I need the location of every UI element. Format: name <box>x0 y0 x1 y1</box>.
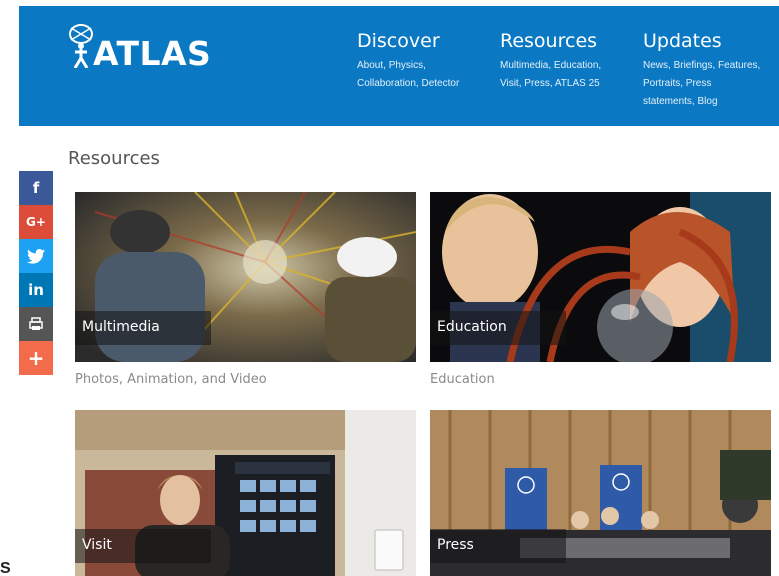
tile-multimedia[interactable]: Multimedia <box>75 192 416 362</box>
nav-link-physics[interactable]: Physics, <box>389 60 426 71</box>
tile-label-multimedia: Multimedia <box>75 311 211 345</box>
atlas-logo[interactable]: ATLAS <box>67 22 211 73</box>
linkedin-icon[interactable]: in <box>19 273 53 307</box>
nav-link-briefings[interactable]: Briefings, <box>674 60 716 71</box>
nav-link-education[interactable]: Education, <box>554 60 601 71</box>
nav-link-visit[interactable]: Visit, <box>500 78 522 89</box>
tile-press[interactable]: Press <box>430 410 771 576</box>
caption-education[interactable]: Education <box>430 372 495 387</box>
nav-link-multimedia[interactable]: Multimedia, <box>500 60 551 71</box>
print-icon[interactable] <box>19 307 53 341</box>
twitter-icon[interactable] <box>19 239 53 273</box>
nav-link-press-statements-1[interactable]: Press <box>686 78 712 89</box>
social-share-bar: f G+ in + <box>19 171 53 375</box>
nav-link-press-statements-2[interactable]: statements, <box>643 96 695 107</box>
nav-resources: Resources Multimedia, Education, Visit, … <box>500 30 625 93</box>
nav-link-blog[interactable]: Blog <box>697 96 717 107</box>
nav-title-discover[interactable]: Discover <box>357 30 482 52</box>
nav-link-news[interactable]: News, <box>643 60 671 71</box>
nav-title-resources[interactable]: Resources <box>500 30 625 52</box>
nav-updates: Updates News, Briefings, Features, Portr… <box>643 30 773 111</box>
facebook-icon[interactable]: f <box>19 171 53 205</box>
more-icon[interactable]: + <box>19 341 53 375</box>
nav-link-atlas-25[interactable]: ATLAS 25 <box>555 78 600 89</box>
nav-title-updates[interactable]: Updates <box>643 30 773 52</box>
nav-discover: Discover About, Physics, Collaboration, … <box>357 30 482 93</box>
nav-link-press[interactable]: Press, <box>524 78 552 89</box>
nav-link-about[interactable]: About, <box>357 60 386 71</box>
footer-text-fragment: S <box>0 560 11 576</box>
nav-link-portraits[interactable]: Portraits, <box>643 78 683 89</box>
tile-visit[interactable]: Visit <box>75 410 416 576</box>
nav-link-collaboration[interactable]: Collaboration, <box>357 78 419 89</box>
nav-link-detector[interactable]: Detector <box>422 78 460 89</box>
nav-link-features[interactable]: Features, <box>718 60 760 71</box>
caption-multimedia[interactable]: Photos, Animation, and Video <box>75 372 267 387</box>
google-plus-icon[interactable]: G+ <box>19 205 53 239</box>
page-title: Resources <box>68 148 160 169</box>
tile-education[interactable]: Education <box>430 192 771 362</box>
tile-label-education: Education <box>430 311 566 345</box>
tile-label-visit: Visit <box>75 529 211 563</box>
tile-label-press: Press <box>430 529 566 563</box>
site-header: ATLAS Discover About, Physics, Collabora… <box>19 6 779 126</box>
logo-text: ATLAS <box>93 34 212 73</box>
